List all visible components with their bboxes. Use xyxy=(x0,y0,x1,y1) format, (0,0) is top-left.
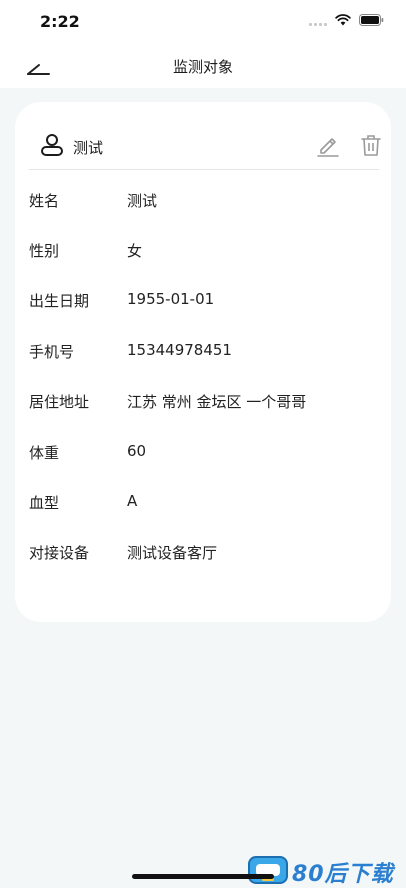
info-row-name: 姓名 测试 xyxy=(29,190,379,214)
delete-button[interactable] xyxy=(358,132,384,158)
profile-name: 测试 xyxy=(73,139,104,157)
watermark-text: 80后下载 xyxy=(292,862,394,887)
info-label: 姓名 xyxy=(29,192,60,210)
info-label: 手机号 xyxy=(29,343,75,361)
battery-icon xyxy=(359,14,384,26)
home-indicator[interactable] xyxy=(132,874,274,879)
info-value: 江苏 常州 金坛区 一个哥哥 xyxy=(127,393,307,411)
info-row-blood-type: 血型 A xyxy=(29,492,379,516)
trash-icon xyxy=(361,135,381,156)
status-icons xyxy=(309,14,384,26)
monitored-person-card: 测试 姓名 测试 性别 女 出生日期 1955-01-01 手机号 153449… xyxy=(15,102,391,622)
wifi-icon xyxy=(335,14,351,26)
edit-icon xyxy=(317,138,339,157)
profile-header: 测试 xyxy=(29,124,381,170)
info-label: 体重 xyxy=(29,444,60,462)
tv-mascot-icon xyxy=(248,856,288,884)
edit-button[interactable] xyxy=(315,132,341,158)
info-value: 测试设备客厅 xyxy=(127,544,218,562)
info-row-birthdate: 出生日期 1955-01-01 xyxy=(29,290,379,314)
info-label: 血型 xyxy=(29,494,60,512)
info-value: 女 xyxy=(127,242,143,260)
info-value: 60 xyxy=(127,442,147,460)
screen: 2:22 监测对象 测试 姓名 测试 性别 女 出生日期 1955-01-01 … xyxy=(0,0,406,888)
cellular-signal-icon xyxy=(309,14,327,26)
info-row-weight: 体重 60 xyxy=(29,442,379,466)
info-label: 居住地址 xyxy=(29,393,90,411)
status-bar: 2:22 xyxy=(0,0,406,44)
info-label: 对接设备 xyxy=(29,544,90,562)
info-row-phone: 手机号 15344978451 xyxy=(29,341,379,365)
page-title: 监测对象 xyxy=(172,58,233,76)
info-row-device: 对接设备 测试设备客厅 xyxy=(29,542,379,566)
status-time: 2:22 xyxy=(40,12,80,31)
info-row-address: 居住地址 江苏 常州 金坛区 一个哥哥 xyxy=(29,391,379,415)
info-value: 1955-01-01 xyxy=(127,290,215,308)
info-value: A xyxy=(127,492,138,510)
info-value: 15344978451 xyxy=(127,341,232,359)
watermark-logo: 80后下载 xyxy=(246,852,406,888)
navigation-bar: 监测对象 xyxy=(0,44,406,88)
info-label: 性别 xyxy=(29,242,60,260)
info-value: 测试 xyxy=(127,192,158,210)
user-icon xyxy=(39,132,65,162)
info-row-gender: 性别 女 xyxy=(29,240,379,264)
info-label: 出生日期 xyxy=(29,292,90,310)
